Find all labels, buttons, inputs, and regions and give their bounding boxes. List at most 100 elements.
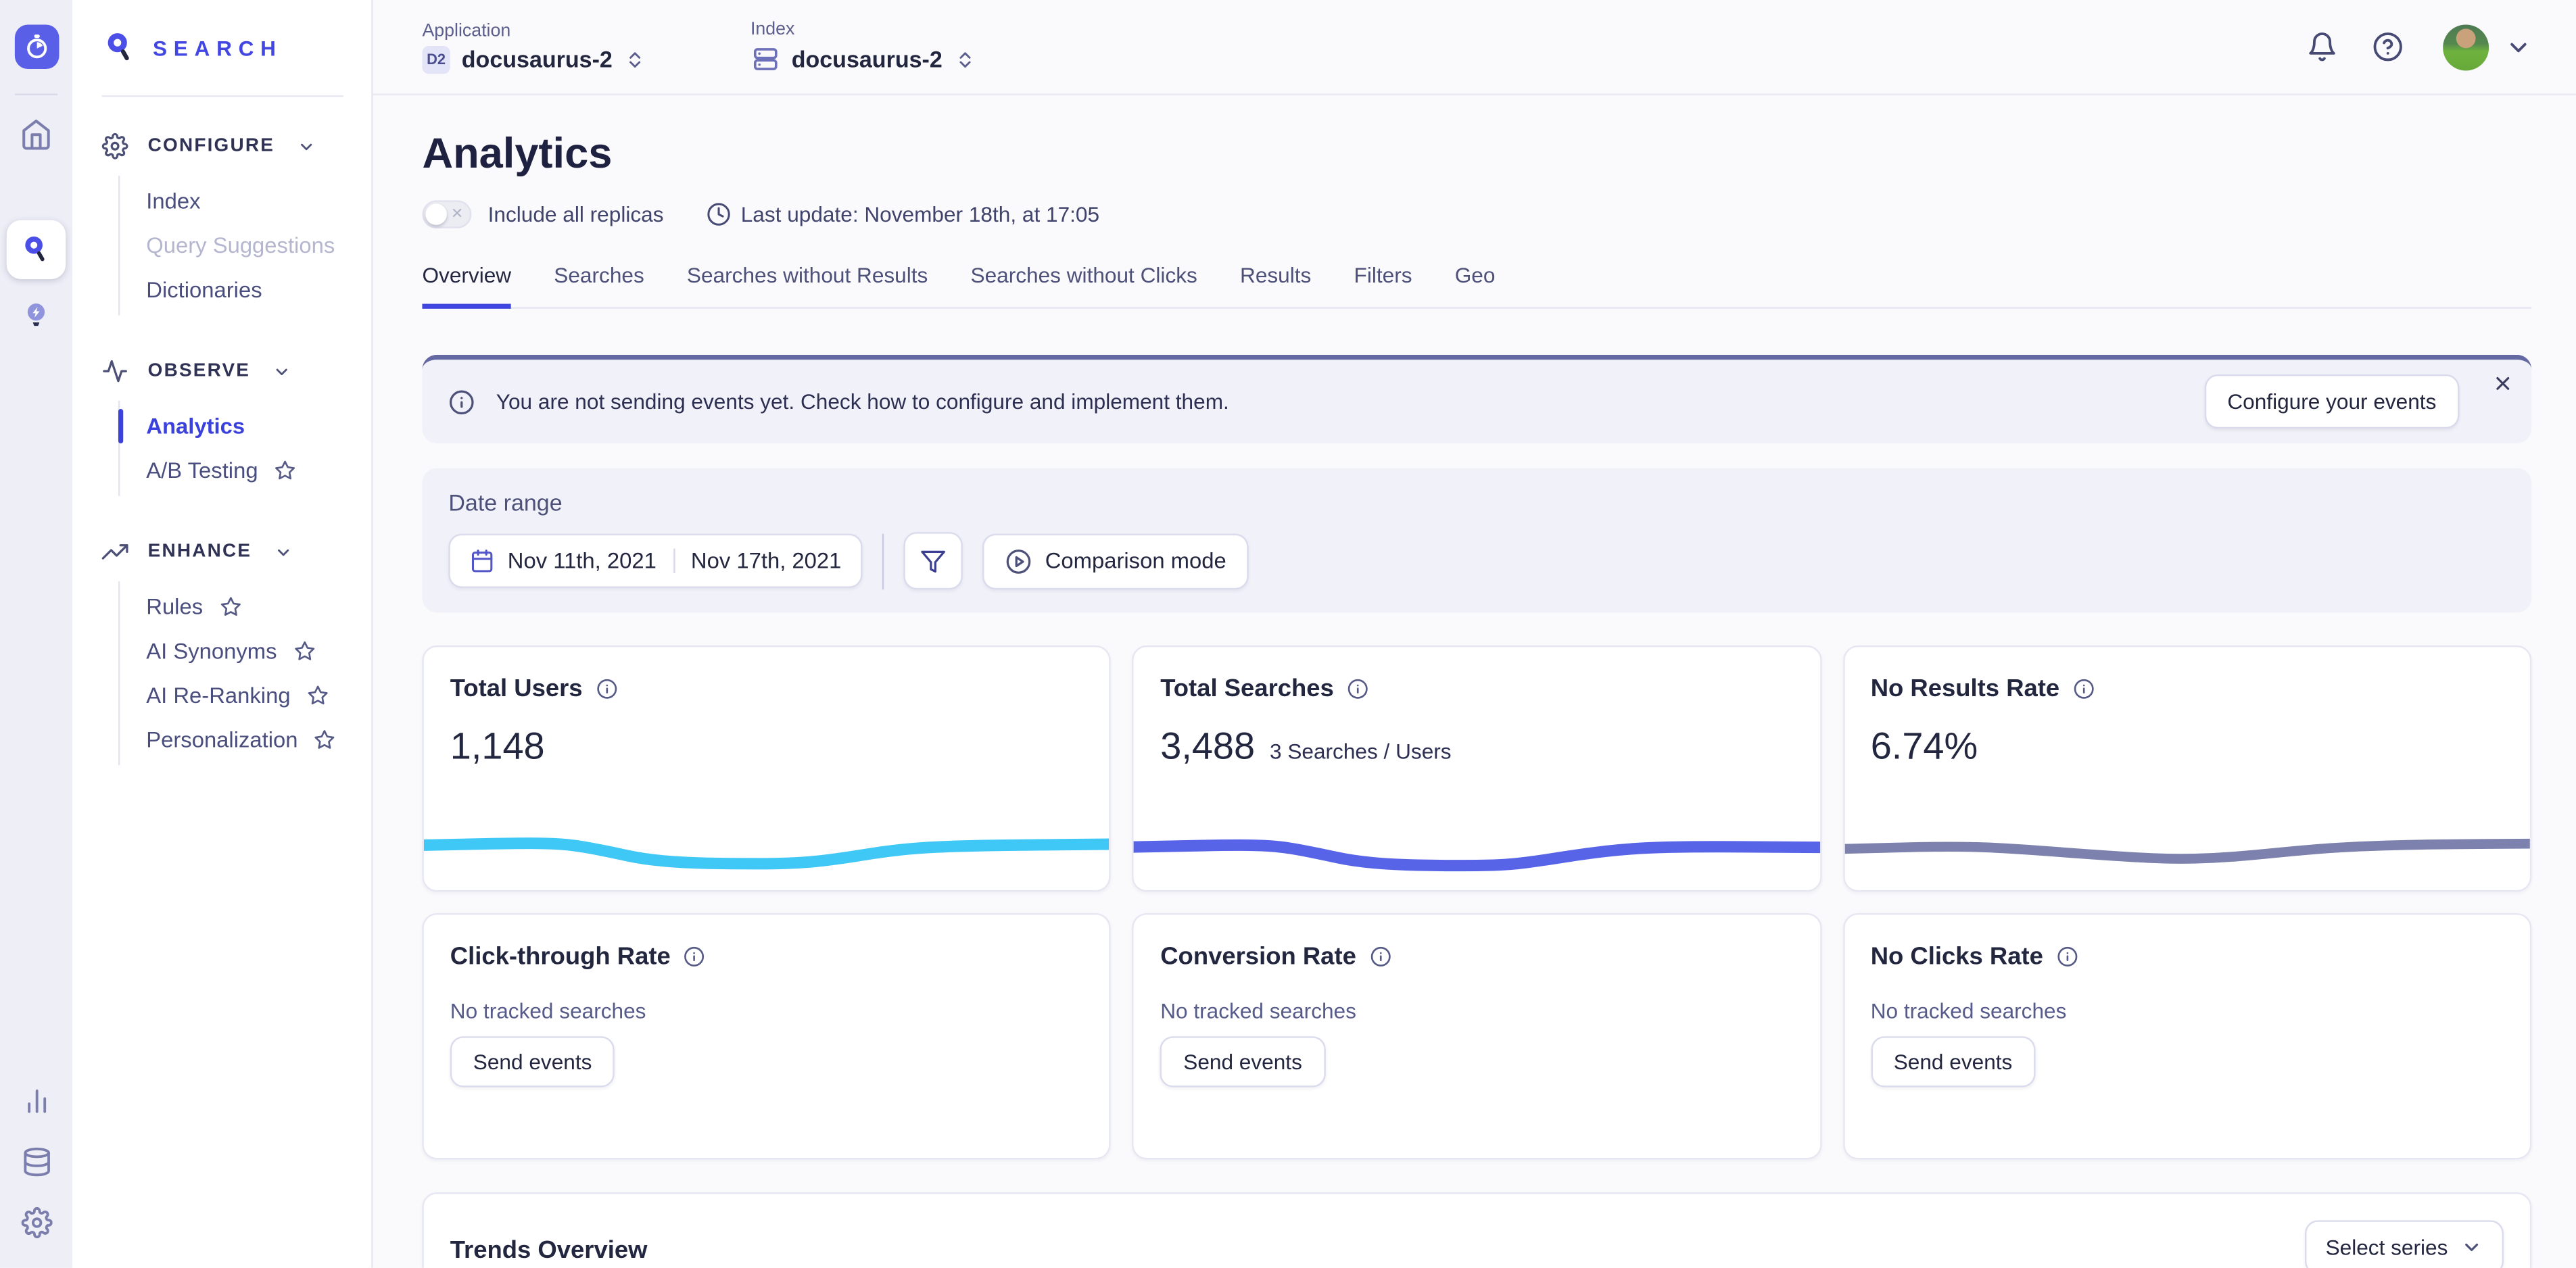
send-events-button[interactable]: Send events <box>1160 1036 1325 1087</box>
date-range-label: Date range <box>448 489 2505 516</box>
send-events-button[interactable]: Send events <box>450 1036 615 1087</box>
sidebar-item-index[interactable]: Index <box>146 179 371 224</box>
application-selector[interactable]: Application D2 docusaurus-2 <box>422 20 645 73</box>
toggle-knob <box>425 203 447 225</box>
trends-title: Trends Overview <box>450 1237 648 1265</box>
settings-icon[interactable] <box>20 1207 51 1238</box>
star-icon[interactable] <box>307 685 329 706</box>
main-area: Application D2 docusaurus-2 Index <box>373 0 2576 1268</box>
user-avatar[interactable] <box>2443 24 2489 70</box>
no-results-rate-value: 6.74% <box>1871 725 1978 769</box>
play-circle-icon <box>1005 547 1032 574</box>
chevron-down-icon <box>273 362 291 381</box>
date-range-button[interactable]: Nov 11th, 2021 Nov 17th, 2021 <box>448 534 863 588</box>
activity-icon <box>102 358 128 385</box>
no-results-rate-card: No Results Rate 6.74% <box>1842 645 2531 892</box>
star-icon[interactable] <box>293 641 315 662</box>
no-tracked-searches-text: No tracked searches <box>1160 998 1793 1023</box>
sidebar-item-ai-re-ranking[interactable]: AI Re-Ranking <box>146 673 371 718</box>
configure-events-button[interactable]: Configure your events <box>2204 374 2459 429</box>
index-selector[interactable]: Index docusaurus-2 <box>750 20 975 74</box>
comparison-mode-label: Comparison mode <box>1045 549 1226 573</box>
database-icon[interactable] <box>20 1146 51 1177</box>
recommend-icon[interactable] <box>20 299 53 332</box>
tab-results[interactable]: Results <box>1240 263 1311 309</box>
card-title: No Clicks Rate <box>1871 943 2043 971</box>
star-icon[interactable] <box>219 596 241 618</box>
include-replicas-toggle[interactable]: ✕ <box>422 200 471 228</box>
total-searches-sparkline <box>1134 823 1819 879</box>
select-series-label: Select series <box>2326 1235 2448 1259</box>
search-tool-icon[interactable] <box>7 220 66 279</box>
home-icon[interactable] <box>20 118 53 151</box>
chevron-down-icon <box>297 137 316 155</box>
star-icon[interactable] <box>314 729 336 751</box>
top-header: Application D2 docusaurus-2 Index <box>373 0 2576 95</box>
info-icon[interactable] <box>684 946 705 968</box>
product-rail <box>0 0 72 1268</box>
sidebar: SEARCH CONFIGURE I <box>72 0 373 1268</box>
no-tracked-searches-text: No tracked searches <box>450 998 1083 1023</box>
tab-geo[interactable]: Geo <box>1455 263 1496 309</box>
no-tracked-searches-text: No tracked searches <box>1871 998 2504 1023</box>
no-results-rate-sparkline <box>1844 823 2530 879</box>
close-icon[interactable] <box>2492 373 2514 395</box>
page-meta-row: ✕ Include all replicas Last update: Nove… <box>422 200 2531 228</box>
usage-chart-icon[interactable] <box>20 1086 51 1117</box>
info-icon[interactable] <box>596 679 617 700</box>
trends-overview-card: Trends Overview Select series <box>422 1192 2531 1268</box>
tab-searches[interactable]: Searches <box>554 263 644 309</box>
application-label: Application <box>422 20 645 40</box>
stats-row-1: Total Users 1,148 Total Searches <box>422 645 2531 892</box>
sidebar-section-observe[interactable]: OBSERVE <box>72 358 371 385</box>
card-title: Click-through Rate <box>450 943 671 971</box>
select-series-button[interactable]: Select series <box>2304 1220 2504 1267</box>
searches-per-user: 3 Searches / Users <box>1270 739 1452 763</box>
chevron-down-icon <box>275 543 293 561</box>
toggle-label: Include all replicas <box>488 202 664 226</box>
tab-filters[interactable]: Filters <box>1354 263 1412 309</box>
info-icon[interactable] <box>2056 946 2078 968</box>
card-title: Total Users <box>450 675 583 703</box>
tab-overview[interactable]: Overview <box>422 263 511 309</box>
info-icon[interactable] <box>1347 679 1368 700</box>
filter-funnel-button[interactable] <box>904 532 963 589</box>
sidebar-item-ai-synonyms[interactable]: AI Synonyms <box>146 629 371 674</box>
help-icon[interactable] <box>2372 31 2404 62</box>
notifications-bell-icon[interactable] <box>2306 31 2337 62</box>
events-banner: You are not sending events yet. Check ho… <box>422 355 2531 443</box>
no-clicks-rate-card: No Clicks Rate No tracked searches Send … <box>1842 913 2531 1159</box>
card-title: Total Searches <box>1160 675 1334 703</box>
sidebar-item-analytics[interactable]: Analytics <box>146 404 371 449</box>
sidebar-section-enhance[interactable]: ENHANCE <box>72 539 371 565</box>
sidebar-nav: CONFIGURE Index Query Suggestions Dictio… <box>72 97 371 765</box>
gear-icon <box>102 133 128 160</box>
send-events-button[interactable]: Send events <box>1871 1036 2036 1087</box>
sidebar-item-rules[interactable]: Rules <box>146 585 371 629</box>
stats-row-2: Click-through Rate No tracked searches S… <box>422 913 2531 1159</box>
application-badge: D2 <box>422 45 450 73</box>
sidebar-item-query-suggestions[interactable]: Query Suggestions <box>146 223 371 268</box>
tab-searches-without-clicks[interactable]: Searches without Clicks <box>971 263 1197 309</box>
sidebar-item-ab-testing[interactable]: A/B Testing <box>146 448 371 493</box>
card-title: No Results Rate <box>1871 675 2060 703</box>
info-icon[interactable] <box>1369 946 1391 968</box>
click-through-rate-card: Click-through Rate No tracked searches S… <box>422 913 1111 1159</box>
logo-magnifier-icon <box>102 30 138 66</box>
brand-logo[interactable]: SEARCH <box>72 0 371 95</box>
rail-divider <box>15 93 57 95</box>
timer-app-icon[interactable] <box>14 24 59 69</box>
clock-icon <box>707 202 731 226</box>
application-value: docusaurus-2 <box>462 46 613 72</box>
info-icon[interactable] <box>2073 679 2095 700</box>
page-title: Analytics <box>422 128 2531 179</box>
section-label: OBSERVE <box>148 362 250 381</box>
account-chevron-down-icon[interactable] <box>2505 34 2531 60</box>
sidebar-item-dictionaries[interactable]: Dictionaries <box>146 268 371 312</box>
sidebar-item-personalization[interactable]: Personalization <box>146 718 371 762</box>
comparison-mode-button[interactable]: Comparison mode <box>982 533 1249 589</box>
star-icon[interactable] <box>275 460 296 481</box>
section-label: ENHANCE <box>148 542 252 562</box>
sidebar-section-configure[interactable]: CONFIGURE <box>72 133 371 160</box>
tab-searches-without-results[interactable]: Searches without Results <box>687 263 928 309</box>
